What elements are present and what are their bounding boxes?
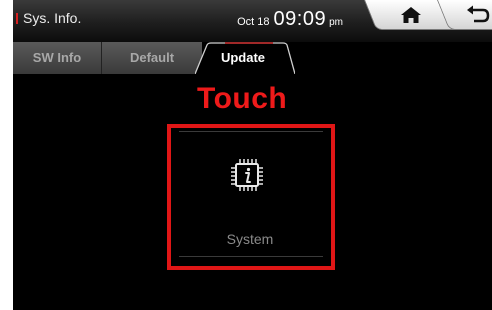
back-arrow-icon — [467, 5, 490, 23]
clock-ampm: pm — [329, 17, 343, 28]
tab-update[interactable]: Update — [199, 42, 287, 74]
clock-time: 09:09 — [273, 8, 327, 30]
tab-bar: SW Info Default Update — [13, 42, 492, 74]
head-unit-screen: Sys. Info. Oct 18 09:09 pm SW Info Default… — [13, 0, 492, 310]
tab-sw-info[interactable]: SW Info — [13, 42, 102, 74]
tab-default[interactable]: Default — [102, 42, 202, 74]
clock: Oct 18 09:09 pm — [13, 8, 343, 31]
touch-annotation: Touch — [197, 82, 288, 115]
system-tile-label: System — [226, 231, 274, 247]
chip-info-icon — [231, 159, 263, 191]
home-icon — [401, 7, 421, 23]
status-bar: Sys. Info. Oct 18 09:09 pm — [13, 0, 492, 42]
clock-date: Oct 18 — [237, 16, 270, 28]
